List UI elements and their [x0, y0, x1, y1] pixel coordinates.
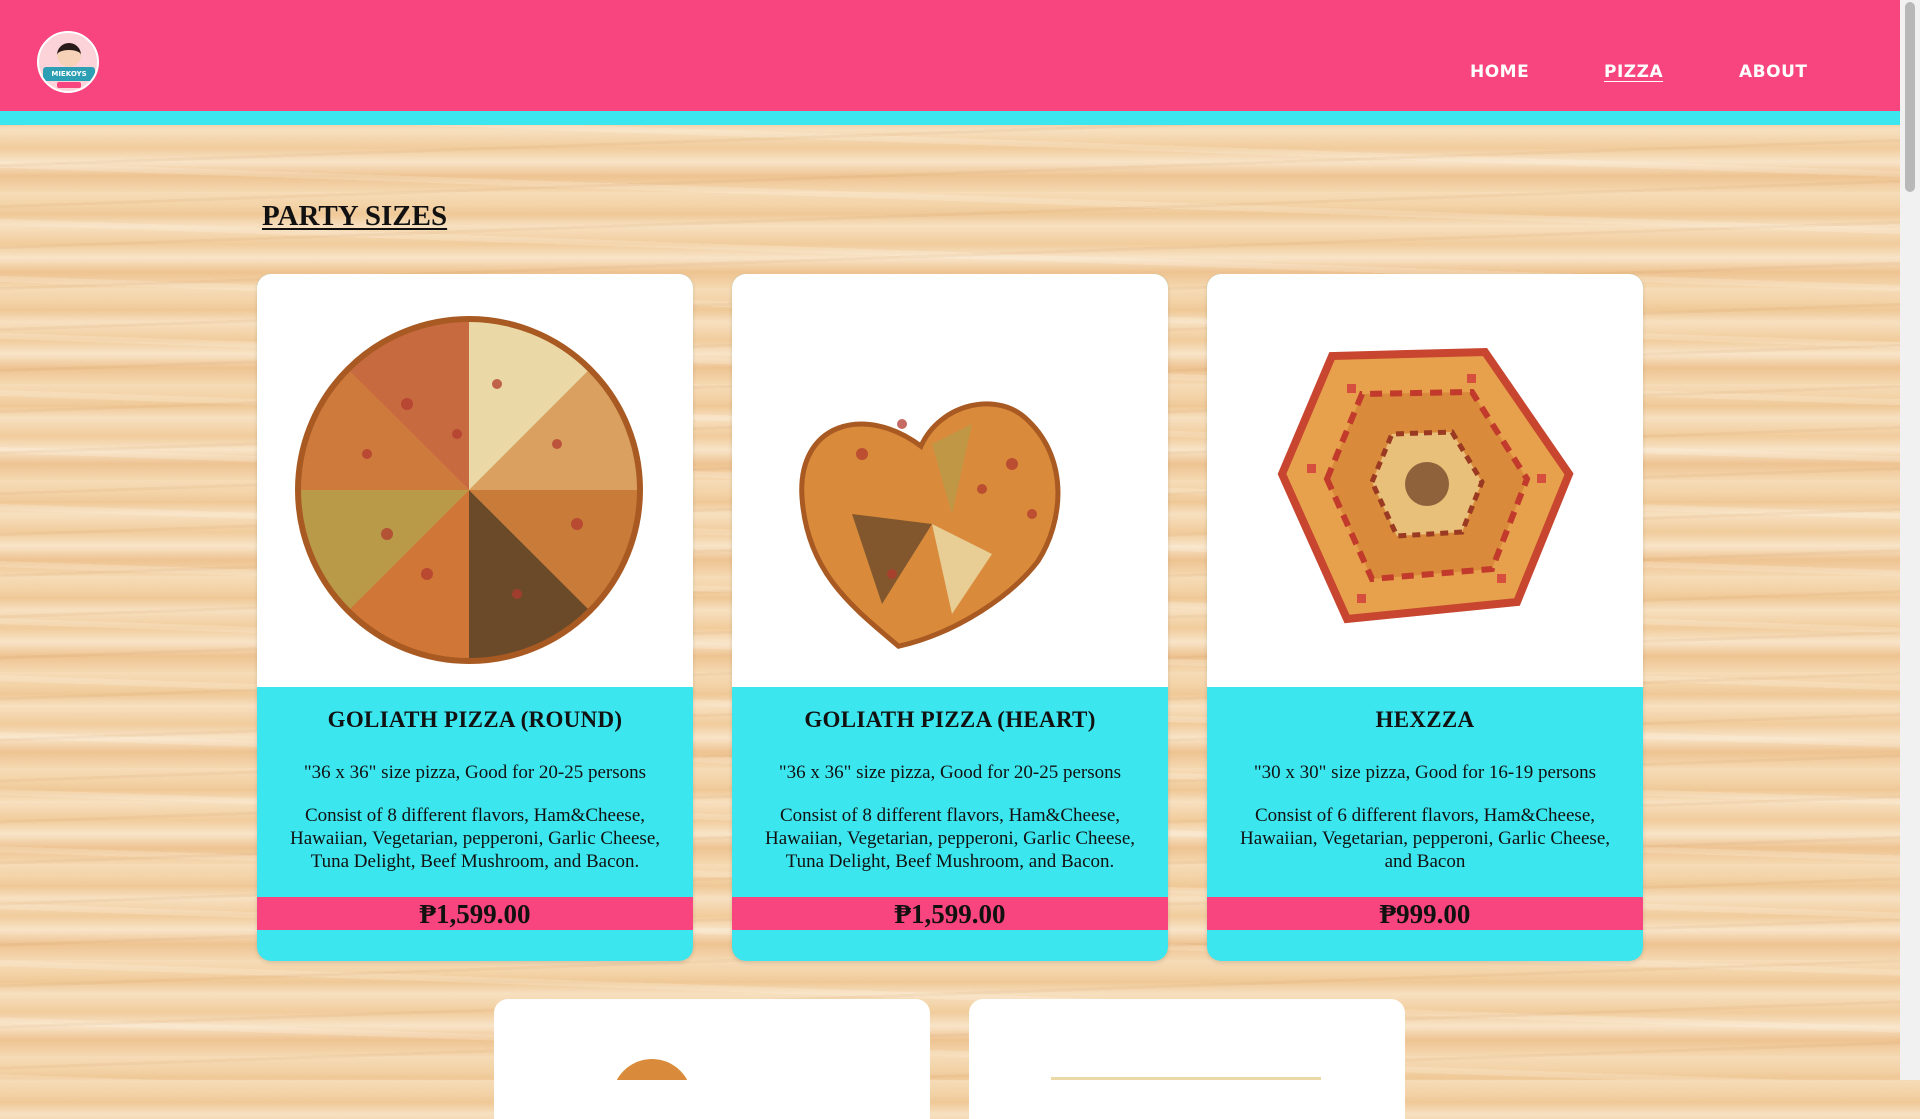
product-name: GOLIATH PIZZA (ROUND)	[327, 707, 623, 732]
pizza-image-partial-icon	[612, 1059, 692, 1119]
product-description: Consist of 6 different flavors, Ham&Chee…	[1240, 805, 1610, 872]
product-description: Consist of 8 different flavors, Ham&Chee…	[290, 805, 660, 872]
product-size: "30 x 30" size pizza, Good for 16-19 per…	[1253, 762, 1597, 783]
product-price: ₱1,599.00	[732, 897, 1168, 930]
product-card-round[interactable]: GOLIATH PIZZA (ROUND) "36 x 36" size piz…	[257, 274, 693, 961]
nav-home[interactable]: HOME	[1470, 62, 1529, 86]
brand-logo[interactable]: MIEKOYS	[37, 31, 99, 93]
product-card-hexzza[interactable]: HEXZZA "30 x 30" size pizza, Good for 16…	[1207, 274, 1643, 961]
product-description: Consist of 8 different flavors, Ham&Chee…	[765, 805, 1135, 872]
round-pizza-icon	[295, 316, 643, 664]
heart-pizza-icon	[799, 401, 1061, 649]
product-image-area	[1207, 274, 1643, 687]
nav-pizza[interactable]: PIZZA	[1604, 62, 1663, 86]
nav-about[interactable]: ABOUT	[1739, 62, 1807, 86]
product-size: "36 x 36" size pizza, Good for 20-25 per…	[303, 762, 647, 783]
product-price: ₱1,599.00	[257, 897, 693, 930]
scrollbar-thumb[interactable]	[1905, 2, 1915, 192]
product-price: ₱999.00	[1207, 897, 1643, 930]
hexagon-pizza-icon	[1277, 347, 1574, 624]
pizza-image-partial-icon	[1051, 1077, 1321, 1087]
site-header: MIEKOYS HOME PIZZA ABOUT	[0, 0, 1900, 111]
header-accent-stripe	[0, 111, 1900, 125]
logo-chef-icon	[57, 43, 81, 67]
logo-ribbon-icon	[57, 82, 81, 88]
product-card-partial[interactable]	[969, 999, 1405, 1119]
product-image-area	[732, 274, 1168, 687]
logo-text: MIEKOYS	[43, 67, 95, 81]
product-image-area	[257, 274, 693, 687]
product-size: "36 x 36" size pizza, Good for 20-25 per…	[778, 762, 1122, 783]
product-name: HEXZZA	[1375, 707, 1475, 732]
section-title: PARTY SIZES	[262, 200, 448, 232]
product-card-partial[interactable]	[494, 999, 930, 1119]
product-name: GOLIATH PIZZA (HEART)	[804, 707, 1096, 732]
product-card-heart[interactable]: GOLIATH PIZZA (HEART) "36 x 36" size piz…	[732, 274, 1168, 961]
